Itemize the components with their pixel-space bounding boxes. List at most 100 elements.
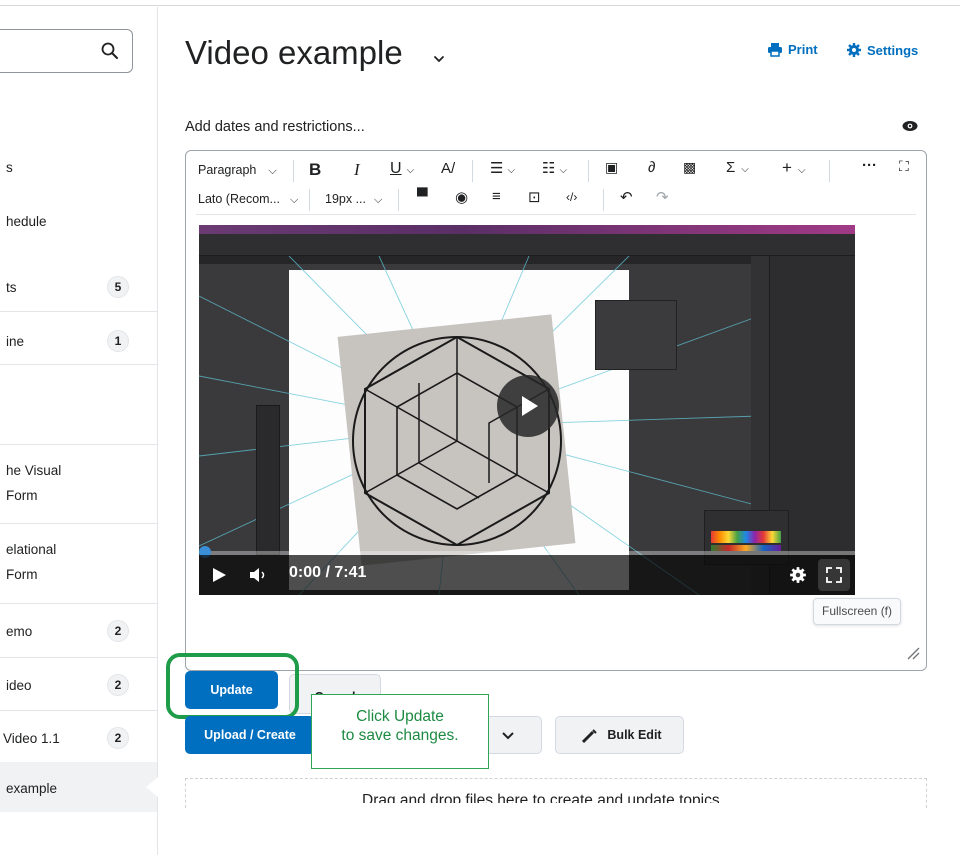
insert-stuff-icon[interactable]: ▣ [605,159,618,176]
chevron-down-icon: ⌵ [741,164,749,175]
sidebar-item-label: hedule [6,214,47,229]
window-top-border [0,0,960,6]
find-replace-icon[interactable]: ⊡ [528,188,541,206]
callout-line-2: to save changes. [341,727,459,744]
toolbar-separator [603,189,604,211]
equation-button[interactable]: Σ ⌵ [726,159,749,176]
search-icon[interactable] [100,41,120,61]
underline-button[interactable]: U ⌵ [390,160,414,178]
sidebar-item-label: ine [6,334,25,349]
text-color-icon[interactable]: A/ [441,160,455,177]
settings-label: Settings [867,43,919,58]
add-dates-restrictions-link[interactable]: Add dates and restrictions... [185,119,365,135]
sidebar-divider [0,444,157,445]
more-actions-button[interactable]: ··· [862,157,877,174]
sidebar-item-demo[interactable]: emo 2 [0,620,157,650]
link-icon[interactable]: ∂ [648,159,655,176]
video-player[interactable]: 0:00 / 7:41 [199,225,855,595]
sidebar-item-label: s [6,160,13,175]
toolbar-separator [472,160,473,182]
fullscreen-button[interactable] [818,559,850,591]
source-code-icon[interactable]: ‹/› [566,190,577,204]
chevron-down-icon: ⌵ [374,194,383,206]
resize-handle-icon[interactable] [906,646,920,660]
sidebar-divider [0,523,157,524]
toolbar-separator [588,160,589,182]
upload-create-button[interactable]: Upload / Create [185,716,315,754]
sidebar-item-video-1-1[interactable]: Video 1.1 2 [0,727,157,757]
sigma-label: Σ [726,159,736,176]
toolbar-separator [829,160,830,182]
font-family-select[interactable]: Lato (Recom... ⌵ [198,192,298,207]
underline-label: U [390,160,402,177]
chevron-down-icon: ⌵ [289,194,299,206]
chevron-down-icon [502,732,514,740]
align-icon[interactable]: ☰ ⌵ [490,159,515,177]
volume-icon[interactable] [249,567,269,583]
sidebar-item-visual-form[interactable]: he Visual Form [0,463,157,513]
redo-icon[interactable]: ↷ [656,188,669,206]
image-icon[interactable]: ▩ [683,159,696,176]
toolbar-divider [196,214,916,215]
line-spacing-icon[interactable]: ≡ [492,188,501,205]
font-size-select[interactable]: 19px ... ⌵ [325,192,382,207]
count-badge: 5 [107,276,129,298]
font-size-label: 19px ... [325,192,366,206]
play-icon[interactable] [211,567,227,583]
chevron-down-icon: ⌵ [268,165,277,177]
sidebar-item-schedule[interactable]: hedule [0,214,157,238]
sidebar-divider [0,311,157,312]
gear-icon[interactable] [789,566,807,584]
insert-more-button[interactable]: + ⌵ [782,158,806,178]
print-button[interactable]: Print [767,42,818,57]
search-input[interactable] [0,29,133,73]
toolbar-separator [398,189,399,211]
sidebar-item-1[interactable]: s [0,160,157,184]
paragraph-format-label: Paragraph [198,163,257,177]
sidebar-item-label: emo [6,624,33,639]
chevron-down-icon[interactable] [432,52,446,66]
plus-label: + [782,158,792,177]
sidebar-item-label-line2: Form [6,488,38,503]
settings-button[interactable]: Settings [846,42,918,58]
sidebar-item-4[interactable]: ine 1 [0,330,157,360]
chevron-down-icon: ⌵ [797,165,806,176]
chevron-down-icon: ⌵ [406,165,415,176]
play-overlay-button[interactable] [497,375,559,437]
sidebar-item-label: Video 1.1 [3,731,60,746]
count-badge: 2 [107,620,129,642]
paragraph-format-select[interactable]: Paragraph ⌵ [198,163,277,178]
html-editor[interactable]: Paragraph ⌵ B I U ⌵ A/ ☰ ⌵ ☷ ⌵ ▣ ∂ ▩ Σ ⌵ + ⌵ ·… [185,150,927,671]
toolbar-separator [293,160,294,182]
sidebar-item-relational-form[interactable]: elational Form [0,542,157,592]
eye-icon[interactable] [902,120,918,132]
undo-icon[interactable]: ↶ [620,188,633,206]
video-frame-float-panel [595,300,677,370]
count-badge: 2 [107,727,129,749]
video-frame-tools [256,405,280,555]
video-time: 0:00 / 7:41 [289,564,367,581]
sidebar-item-label: example [6,781,58,796]
sidebar-item-label-line2: Form [6,567,38,582]
fullscreen-editor-icon[interactable]: ⛶ [899,158,909,175]
printer-icon [768,43,782,57]
toolbar-separator [309,189,310,211]
sidebar-item-video[interactable]: ideo 2 [0,674,157,704]
sidebar-item-video-example[interactable]: example [0,781,157,805]
sidebar-item-label: ideo [6,678,32,693]
video-controls: 0:00 / 7:41 [199,555,855,595]
sidebar-item-3[interactable]: ts 5 [0,276,157,306]
gear-icon [847,43,861,57]
list-icon[interactable]: ☷ ⌵ [542,159,567,177]
italic-button[interactable]: I [354,160,360,180]
count-badge: 1 [107,330,129,352]
instruction-callout: Click Update to save changes. [311,694,489,769]
format-painter-icon[interactable]: ▀ [417,188,428,205]
preview-icon[interactable]: ◉ [455,188,468,206]
bold-button[interactable]: B [309,160,321,180]
sidebar-item-label: he Visual [6,463,62,478]
play-icon [522,396,538,416]
sidebar-divider [0,657,157,658]
bulk-edit-button[interactable]: Bulk Edit [555,716,684,754]
sidebar-divider [0,364,157,365]
